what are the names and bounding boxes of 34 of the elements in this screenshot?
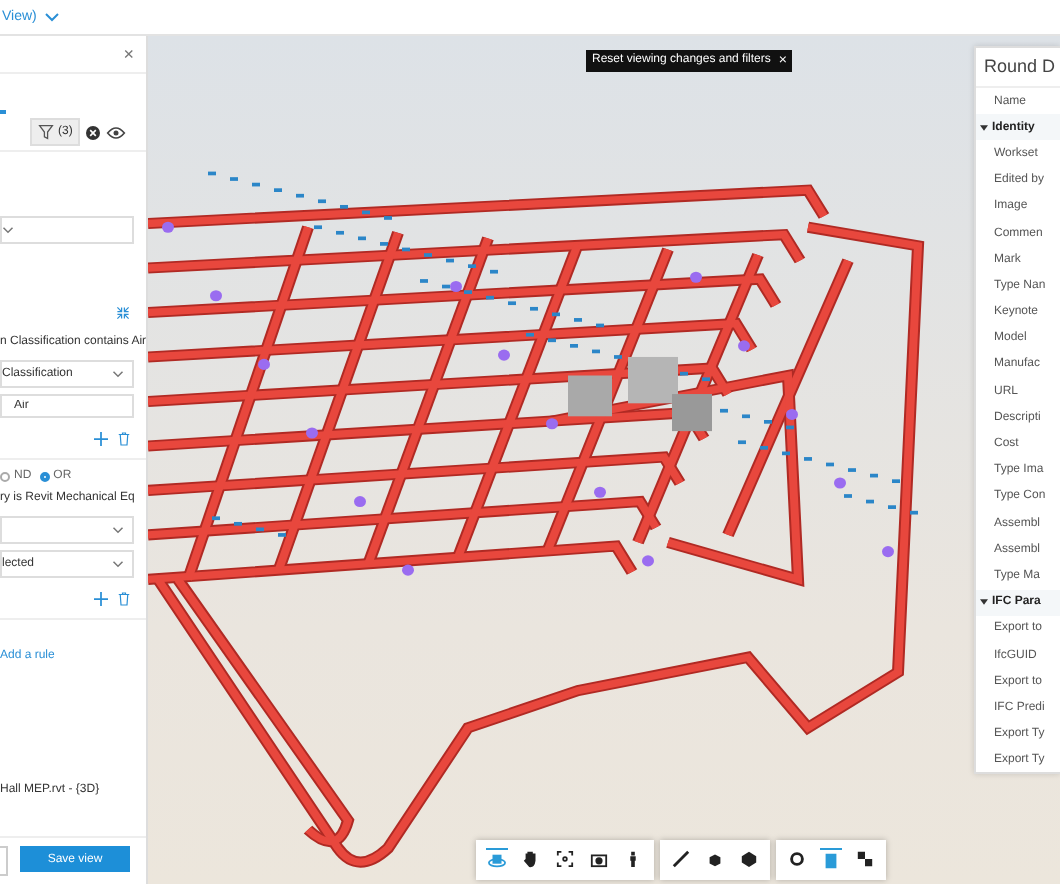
- caret-icon[interactable]: [44, 12, 61, 22]
- collapse-icon[interactable]: [116, 306, 130, 320]
- hand-icon: [522, 850, 540, 868]
- tool-button[interactable]: [738, 848, 760, 872]
- settings-icon: [788, 850, 806, 868]
- chevron-icon: [112, 526, 124, 534]
- tool-button[interactable]: [670, 848, 692, 872]
- triangle-icon: [980, 123, 988, 132]
- clear-filter-button[interactable]: [86, 125, 101, 139]
- person-icon: [624, 850, 642, 868]
- ruler-icon: [672, 850, 690, 868]
- panel-title: Round D: [976, 48, 1060, 88]
- camera-icon: [590, 850, 608, 868]
- orbit-icon: [488, 852, 506, 870]
- fullscreen-icon: [856, 850, 874, 868]
- trash-icon[interactable]: [118, 432, 130, 446]
- close-button[interactable]: ×: [123, 44, 134, 64]
- clear-icon: [86, 125, 101, 139]
- chevron-icon: [112, 370, 124, 378]
- triangle-icon: [980, 598, 988, 607]
- chevron-icon: [112, 560, 124, 568]
- tool-button[interactable]: [786, 848, 808, 872]
- plus-icon[interactable]: [94, 432, 108, 446]
- tool-button[interactable]: [520, 848, 542, 872]
- funnel-icon: [38, 124, 54, 140]
- eye-icon[interactable]: [106, 125, 127, 139]
- fit-view-icon: [556, 850, 574, 868]
- tool-button[interactable]: [554, 848, 576, 872]
- cube-icon: [706, 850, 724, 868]
- properties-icon: [822, 852, 840, 870]
- plus-icon[interactable]: [94, 592, 108, 606]
- chevron-icon: [2, 226, 14, 234]
- tool-button[interactable]: [854, 848, 876, 872]
- trash-icon[interactable]: [118, 592, 130, 606]
